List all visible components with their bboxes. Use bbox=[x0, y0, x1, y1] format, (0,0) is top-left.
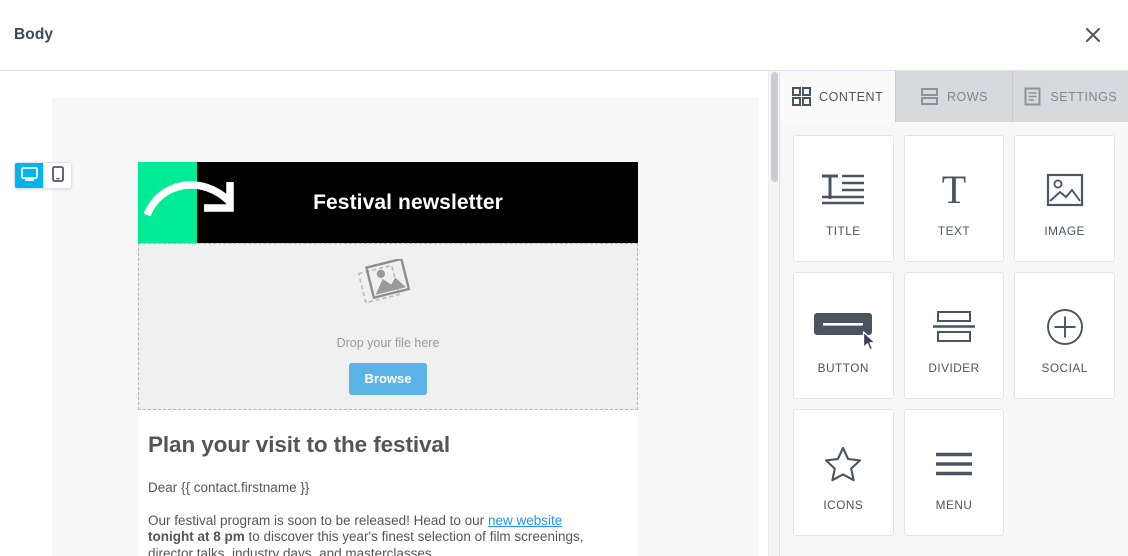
editor-main: Festival newsletter Drop your file here … bbox=[0, 71, 1128, 556]
canvas-scrollbar-thumb[interactable] bbox=[771, 72, 778, 182]
document-lines-icon bbox=[1023, 87, 1042, 106]
block-image[interactable]: IMAGE bbox=[1014, 135, 1115, 262]
block-text-label: TEXT bbox=[937, 223, 971, 238]
block-divider[interactable]: DIVIDER bbox=[903, 272, 1005, 399]
paragraph-bold: tonight at 8 pm bbox=[148, 529, 245, 544]
tab-settings-label: SETTINGS bbox=[1050, 89, 1118, 104]
block-icons-label: ICONS bbox=[823, 497, 864, 512]
mobile-view-button[interactable] bbox=[43, 163, 71, 188]
dropzone-label: Drop your file here bbox=[336, 335, 440, 350]
rows-layout-icon bbox=[920, 87, 939, 106]
block-text[interactable]: T TEXT bbox=[903, 135, 1005, 262]
image-dropzone[interactable]: Drop your file here Browse bbox=[138, 243, 638, 410]
email-hero-banner[interactable]: Festival newsletter bbox=[138, 162, 638, 243]
block-social-label: SOCIAL bbox=[1041, 360, 1088, 375]
tab-rows-label: ROWS bbox=[946, 89, 989, 104]
device-preview-toggle bbox=[14, 162, 72, 189]
panel-tabs: CONTENT ROWS SETTINGS bbox=[780, 71, 1128, 122]
page-title: Body bbox=[14, 26, 54, 43]
circle-plus-icon bbox=[1046, 297, 1084, 357]
grid-squares-icon bbox=[792, 87, 812, 106]
email-canvas: Festival newsletter Drop your file here … bbox=[0, 71, 779, 556]
close-button[interactable] bbox=[1076, 18, 1110, 52]
svg-text:T: T bbox=[942, 170, 966, 210]
block-button-label: BUTTON bbox=[817, 360, 869, 375]
title-text-icon bbox=[820, 160, 866, 220]
close-icon bbox=[1083, 25, 1103, 45]
email-body-preview[interactable]: Festival newsletter Drop your file here … bbox=[138, 162, 638, 556]
tab-content-label: CONTENT bbox=[819, 89, 884, 104]
image-placeholder-icon bbox=[357, 256, 419, 322]
block-menu-label: MENU bbox=[935, 497, 973, 512]
browse-button[interactable]: Browse bbox=[348, 362, 428, 395]
email-editor-window: Body Festival newsletter Drop your file … bbox=[0, 0, 1128, 556]
hamburger-menu-icon bbox=[935, 434, 973, 494]
block-button[interactable]: BUTTON bbox=[793, 272, 894, 399]
desktop-view-button[interactable] bbox=[15, 163, 43, 188]
canvas-scrollbar[interactable] bbox=[768, 71, 779, 556]
email-text-section[interactable]: Plan your visit to the festival Dear {{ … bbox=[138, 410, 638, 556]
email-greeting: Dear {{ contact.firstname }} bbox=[148, 480, 310, 495]
star-outline-icon bbox=[824, 434, 862, 494]
email-heading: Plan your visit to the festival bbox=[148, 432, 450, 457]
block-menu[interactable]: MENU bbox=[903, 409, 1005, 536]
divider-icon bbox=[932, 297, 976, 357]
editor-header: Body bbox=[0, 0, 1128, 71]
block-icons[interactable]: ICONS bbox=[793, 409, 894, 536]
tab-content[interactable]: CONTENT bbox=[780, 71, 897, 122]
tab-settings[interactable]: SETTINGS bbox=[1012, 71, 1128, 122]
new-website-link[interactable]: new website bbox=[488, 513, 562, 528]
content-blocks-grid: TITLE T TEXT IMAGE BUTTON DIVIDER SOCIAL… bbox=[780, 122, 1128, 556]
block-divider-label: DIVIDER bbox=[928, 360, 980, 375]
hero-title: Festival newsletter bbox=[313, 190, 503, 214]
block-title[interactable]: TITLE bbox=[793, 135, 894, 262]
desktop-monitor-icon bbox=[20, 166, 38, 185]
block-title-label: TITLE bbox=[826, 223, 861, 238]
content-panel: CONTENT ROWS SETTINGS TITLE T TEXT IMAGE… bbox=[779, 71, 1128, 556]
paragraph-part-1: Our festival program is soon to be relea… bbox=[148, 512, 488, 528]
email-paragraph: Our festival program is soon to be relea… bbox=[148, 513, 628, 556]
mobile-phone-icon bbox=[51, 166, 64, 185]
block-image-label: IMAGE bbox=[1044, 223, 1085, 238]
mouse-cursor-icon bbox=[862, 331, 878, 356]
block-social[interactable]: SOCIAL bbox=[1014, 272, 1115, 399]
image-frame-icon bbox=[1046, 160, 1084, 220]
serif-t-icon: T bbox=[934, 160, 974, 220]
tab-rows[interactable]: ROWS bbox=[896, 71, 1013, 122]
